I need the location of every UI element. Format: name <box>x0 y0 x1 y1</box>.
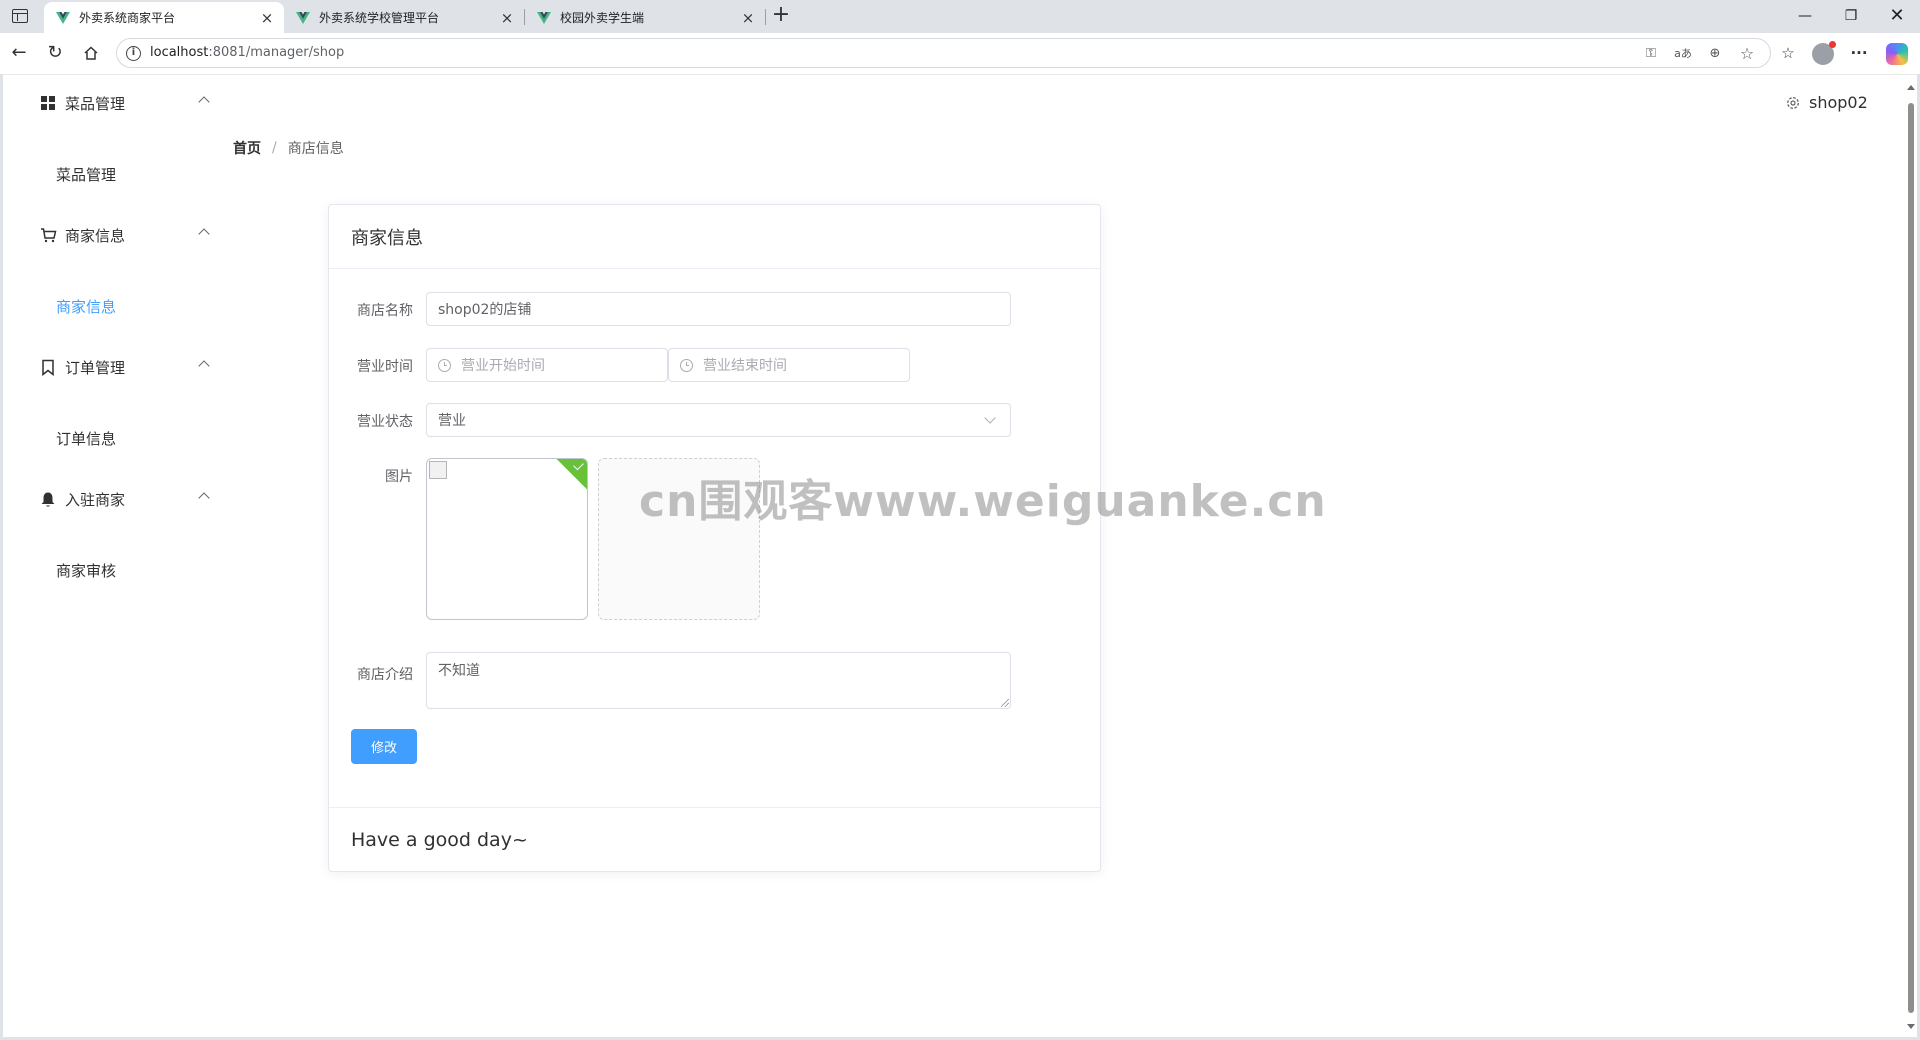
breadcrumb-home[interactable]: 首页 <box>233 138 261 158</box>
watermark: cn围观客www.weiguanke.cn <box>639 476 1327 527</box>
tab-title: 外卖系统学校管理平台 <box>319 11 440 25</box>
vue-logo-icon <box>296 11 310 24</box>
restore-icon[interactable]: ❐ <box>1828 0 1874 32</box>
resize-handle-icon[interactable] <box>1001 699 1009 707</box>
username-label: shop02 <box>1809 93 1868 112</box>
tab-close-icon[interactable]: × <box>500 10 514 25</box>
favorite-star-icon[interactable]: ☆ <box>1738 45 1756 63</box>
end-time-placeholder: 营业结束时间 <box>703 358 787 374</box>
favorites-icon[interactable]: ☆ <box>1777 42 1799 64</box>
more-menu-icon[interactable]: ··· <box>1848 42 1870 64</box>
browser-toolbar: ← ↻ i localhost:8081/manager/shop ⚿ aあ ⊕… <box>0 33 1920 74</box>
scroll-up-arrow-icon[interactable] <box>1907 85 1915 90</box>
tab-close-icon[interactable]: × <box>741 10 755 25</box>
business-status-select[interactable]: 营业 <box>426 403 1011 437</box>
shop-intro-value: 不知道 <box>438 663 480 679</box>
minimize-icon[interactable]: — <box>1782 0 1828 32</box>
start-time-placeholder: 营业开始时间 <box>461 358 545 374</box>
tab-title: 校园外卖学生端 <box>560 11 645 25</box>
image-label: 图片 <box>385 469 413 485</box>
tab-close-icon[interactable]: × <box>260 10 274 25</box>
back-arrow-icon[interactable]: ← <box>6 40 32 66</box>
business-status-value: 营业 <box>438 413 466 429</box>
browser-tab-student[interactable]: 校园外卖学生端 × <box>525 2 765 33</box>
shop-info-card: 商家信息 商店名称 shop02的店铺 营业时间 营业开始时间 营业结束时间 营… <box>328 204 1101 872</box>
site-info-icon[interactable]: i <box>126 46 141 61</box>
card-footer: Have a good day~ <box>329 807 1100 871</box>
sidebar-item-merchant-review[interactable]: 商家审核 <box>3 542 233 598</box>
browser-tab-bar: 外卖系统商家平台 × 外卖系统学校管理平台 × 校园外卖学生端 × + — ❐ … <box>0 0 1920 33</box>
gear-icon <box>1787 96 1799 109</box>
reload-icon[interactable]: ↻ <box>42 40 68 66</box>
submenu-title-label: 订单管理 <box>65 358 126 377</box>
home-icon[interactable] <box>78 40 104 66</box>
user-dropdown[interactable]: shop02 <box>1785 93 1868 112</box>
submenu-title-settle[interactable]: 入驻商家 <box>3 471 233 527</box>
vue-logo-icon <box>56 11 70 24</box>
shop-name-label: 商店名称 <box>357 303 413 319</box>
browser-tab-merchant[interactable]: 外卖系统商家平台 × <box>44 2 284 33</box>
business-status-label: 营业状态 <box>357 414 413 430</box>
bell-icon <box>39 490 57 508</box>
chevron-up-icon <box>198 96 210 108</box>
shop-name-input[interactable]: shop02的店铺 <box>426 292 1011 326</box>
breadcrumb-current: 商店信息 <box>287 141 344 157</box>
bookmark-icon <box>39 358 57 376</box>
submenu-title-label: 菜品管理 <box>65 94 126 113</box>
sidebar: 菜品管理 菜品管理 商家信息 商家信息 订单管理 订单信息 入驻商家 商家审核 <box>3 75 233 1037</box>
chevron-up-icon <box>198 492 210 504</box>
uploaded-image[interactable] <box>426 458 588 620</box>
scrollbar-thumb[interactable] <box>1908 103 1914 1013</box>
chevron-down-icon <box>984 412 996 424</box>
shop-name-value: shop02的店铺 <box>438 302 532 318</box>
read-aloud-icon[interactable]: aあ <box>1674 45 1692 63</box>
submenu-title-orders[interactable]: 订单管理 <box>3 339 233 395</box>
sidebar-item-merchant-info[interactable]: 商家信息 <box>3 278 233 334</box>
end-time-picker[interactable]: 营业结束时间 <box>668 348 910 382</box>
breadcrumb: 首页 / 商店信息 <box>233 138 344 158</box>
grid-icon <box>39 94 57 112</box>
tab-title: 外卖系统商家平台 <box>79 11 176 25</box>
address-bar[interactable]: i localhost:8081/manager/shop ⚿ aあ ⊕ ☆ <box>116 38 1771 68</box>
scroll-down-arrow-icon[interactable] <box>1907 1024 1915 1029</box>
page-viewport: 菜品管理 菜品管理 商家信息 商家信息 订单管理 订单信息 入驻商家 商家审核 … <box>3 74 1917 1037</box>
clock-icon <box>680 358 693 372</box>
submenu-title-label: 商家信息 <box>65 226 126 245</box>
sidebar-item-dish-management[interactable]: 菜品管理 <box>3 146 233 202</box>
submenu-title-label: 入驻商家 <box>65 490 126 509</box>
submenu-title-dishes[interactable]: 菜品管理 <box>3 75 233 131</box>
profile-avatar[interactable] <box>1812 41 1836 65</box>
breadcrumb-separator: / <box>272 140 277 156</box>
sidebar-item-order-info[interactable]: 订单信息 <box>3 410 233 466</box>
business-hours-label: 营业时间 <box>357 359 413 375</box>
modify-button[interactable]: 修改 <box>351 729 417 764</box>
tab-separator <box>765 9 766 25</box>
zoom-icon[interactable]: ⊕ <box>1706 45 1724 63</box>
shop-intro-label: 商店介绍 <box>357 667 413 683</box>
address-url: localhost:8081/manager/shop <box>150 45 345 60</box>
submenu-title-merchant[interactable]: 商家信息 <box>3 207 233 263</box>
clock-icon <box>438 358 451 372</box>
tab-actions-icon[interactable] <box>12 9 28 23</box>
chevron-up-icon <box>198 360 210 372</box>
vertical-scrollbar[interactable] <box>1904 75 1917 1037</box>
close-window-icon[interactable]: ✕ <box>1874 0 1920 32</box>
broken-image-icon <box>429 461 447 479</box>
new-tab-button[interactable]: + <box>770 4 792 27</box>
shop-intro-textarea[interactable]: 不知道 <box>426 652 1011 709</box>
chevron-up-icon <box>198 228 210 240</box>
browser-tab-school[interactable]: 外卖系统学校管理平台 × <box>284 2 524 33</box>
key-icon[interactable]: ⚿ <box>1642 45 1660 63</box>
start-time-picker[interactable]: 营业开始时间 <box>426 348 668 382</box>
cart-icon <box>39 226 57 244</box>
card-title: 商家信息 <box>329 205 1100 269</box>
vue-logo-icon <box>537 11 551 24</box>
copilot-icon[interactable] <box>1886 43 1908 65</box>
